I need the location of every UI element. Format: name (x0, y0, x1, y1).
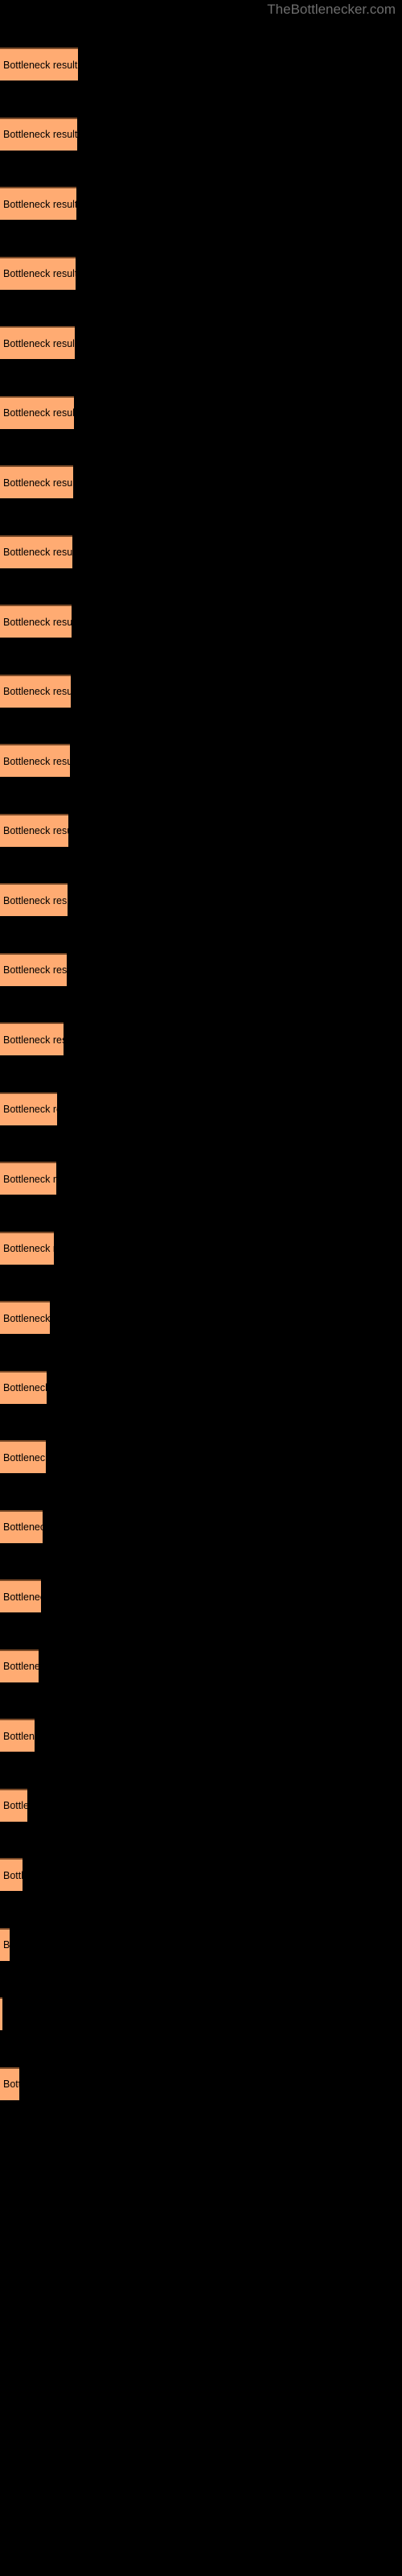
bar-label: Bottleneck result (3, 1799, 27, 1811)
bar-label: Bottleneck result (3, 1660, 39, 1672)
bar-label: Bottleneck result (3, 407, 74, 419)
bar[interactable]: Bottleneck result (0, 1719, 35, 1752)
bar-label: Bottleneck result (3, 546, 72, 558)
bar-label: Bottleneck result (3, 1521, 43, 1533)
bar[interactable]: Bottleneck result (0, 1301, 50, 1334)
bar-label: Bottleneck result (3, 128, 77, 140)
bar[interactable]: Bottleneck result (0, 187, 76, 220)
bar[interactable]: Bottleneck result (0, 256, 76, 290)
bar-label: Bottleneck result (3, 1381, 47, 1393)
bar[interactable]: Bottleneck result (0, 326, 75, 359)
bar[interactable]: Bottleneck result (0, 1649, 39, 1682)
bar[interactable]: Bottleneck result (0, 1509, 43, 1543)
bar-label: Bottleneck result (3, 1034, 64, 1046)
bar-chart-root: TheBottlenecker.com Bottleneck result Bot… (0, 0, 402, 2576)
bar-label: Bottleneck result (3, 894, 68, 906)
bar[interactable]: Bottleneck result (0, 605, 72, 638)
bar-label: Bottleneck result (3, 1242, 54, 1254)
bar[interactable]: Bottleneck result (0, 744, 70, 777)
bar-label: Bottleneck result (3, 337, 75, 349)
bar-label: Bottleneck result (3, 267, 76, 279)
bar-label: Bottleneck result (3, 1730, 35, 1742)
bar-label: Bottleneck result (3, 477, 73, 489)
bar[interactable]: Bottleneck result (0, 1231, 54, 1265)
bar-label: Bottleneck result (3, 824, 68, 836)
bar-label: Bottleneck result (3, 1173, 56, 1185)
bar-label: Bottleneck result (3, 1591, 41, 1603)
bar[interactable]: Bottleneck result (0, 1092, 57, 1125)
bar[interactable]: Bottleneck result (0, 813, 68, 847)
bar-label: Bottleneck result (3, 198, 76, 210)
bar[interactable]: Bottleneck result (0, 117, 77, 151)
bar-label: Bottleneck result (3, 2078, 19, 2090)
bar[interactable]: Bottleneck result (0, 1022, 64, 1055)
bar-label: Bottleneck result (3, 616, 72, 628)
bar[interactable]: Bottleneck result (0, 1997, 2, 2030)
bar-label: Bottleneck result (3, 1103, 57, 1115)
bar[interactable]: Bottleneck result (0, 465, 73, 498)
bar-label: Bottleneck result (3, 1869, 23, 1881)
bar[interactable]: Bottleneck result (0, 1579, 41, 1612)
bar[interactable]: Bottleneck result (0, 47, 78, 80)
bar-label: Bottleneck result (3, 1938, 10, 1951)
bar[interactable]: Bottleneck result (0, 1162, 56, 1195)
bar[interactable]: Bottleneck result (0, 883, 68, 916)
bar[interactable]: Bottleneck result (0, 2066, 19, 2100)
bar[interactable]: Bottleneck result (0, 674, 71, 708)
bar-label: Bottleneck result (3, 1451, 46, 1463)
bar[interactable]: Bottleneck result (0, 1927, 10, 1961)
bar-label: Bottleneck result (3, 964, 67, 976)
bar-label: Bottleneck result (3, 755, 70, 767)
bar[interactable]: Bottleneck result (0, 1370, 47, 1404)
bar[interactable]: Bottleneck result (0, 952, 67, 986)
bar-label: Bottleneck result (3, 685, 71, 697)
bar[interactable]: Bottleneck result (0, 535, 72, 568)
plot-area: Bottleneck result Bottleneck result Bottle… (0, 0, 402, 2100)
bar-label: Bottleneck result (3, 1312, 50, 1324)
bar[interactable]: Bottleneck result (0, 1858, 23, 1891)
bar-label: Bottleneck result (3, 59, 78, 71)
bar[interactable]: Bottleneck result (0, 1788, 27, 1822)
bar[interactable]: Bottleneck result (0, 395, 74, 429)
bar[interactable]: Bottleneck result (0, 1440, 46, 1473)
